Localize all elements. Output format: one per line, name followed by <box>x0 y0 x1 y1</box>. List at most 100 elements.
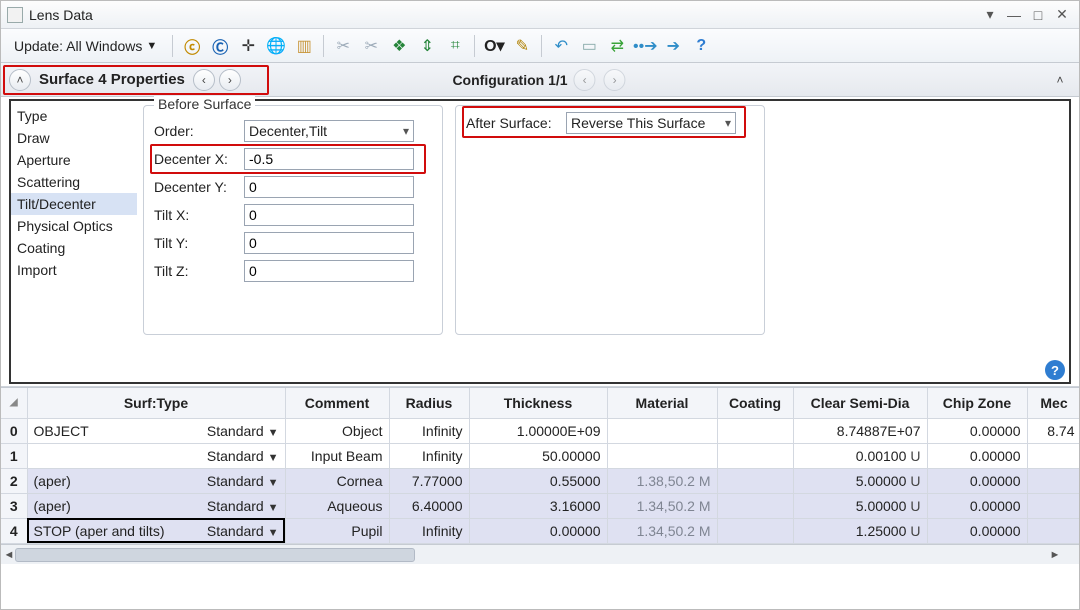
cell-chip-zone[interactable]: 0.00000 <box>927 518 1027 543</box>
decenter-y-input[interactable] <box>244 176 414 198</box>
update-all-windows-button[interactable]: Update: All Windows ▼ <box>7 35 164 57</box>
cell-surf-type[interactable]: (aper)Standard ▼ <box>27 468 285 493</box>
toolbar-icon-7[interactable]: ✂ <box>360 35 382 57</box>
toolbar-icon-arrow[interactable]: ➔ <box>662 35 684 57</box>
cell-clear-semi-dia[interactable]: 0.00100U <box>793 443 927 468</box>
tab-tilt-decenter[interactable]: Tilt/Decenter <box>11 193 137 215</box>
cell-comment[interactable]: Cornea <box>285 468 389 493</box>
expand-upward-button[interactable]: ˄ <box>1049 69 1071 91</box>
cell-radius[interactable]: Infinity <box>389 443 469 468</box>
toolbar-icon-dots[interactable]: ••➔ <box>634 35 656 57</box>
col-comment[interactable]: Comment <box>285 388 389 418</box>
tab-type[interactable]: Type <box>11 105 137 127</box>
cell-material[interactable]: 1.38,50.2 M <box>607 468 717 493</box>
toolbar-icon-brush[interactable]: ✎ <box>511 35 533 57</box>
cell-mec[interactable] <box>1027 493 1079 518</box>
cell-coating[interactable] <box>717 518 793 543</box>
tab-draw[interactable]: Draw <box>11 127 137 149</box>
col-clear-semi-dia[interactable]: Clear Semi-Dia <box>793 388 927 418</box>
toolbar-icon-doc[interactable]: ▭ <box>578 35 600 57</box>
col-material[interactable]: Material <box>607 388 717 418</box>
cell-clear-semi-dia[interactable]: 5.00000U <box>793 468 927 493</box>
cell-material[interactable]: 1.34,50.2 M <box>607 518 717 543</box>
scroll-right-arrow[interactable]: ► <box>1047 547 1063 563</box>
cell-thickness[interactable]: 50.00000 <box>469 443 607 468</box>
cell-mec[interactable] <box>1027 468 1079 493</box>
table-row[interactable]: 2(aper)Standard ▼Cornea7.770000.550001.3… <box>1 468 1079 493</box>
cell-mec[interactable] <box>1027 518 1079 543</box>
col-rowhead[interactable]: ◢ <box>1 388 27 418</box>
cell-material[interactable] <box>607 418 717 443</box>
cell-clear-semi-dia[interactable]: 8.74887E+07 <box>793 418 927 443</box>
toolbar-icon-8[interactable]: ❖ <box>388 35 410 57</box>
close-button[interactable]: ✕ <box>1051 5 1073 25</box>
collapse-properties-button[interactable]: ˄ <box>9 69 31 91</box>
cell-clear-semi-dia[interactable]: 5.00000U <box>793 493 927 518</box>
cell-thickness[interactable]: 0.55000 <box>469 468 607 493</box>
cell-chip-zone[interactable]: 0.00000 <box>927 468 1027 493</box>
toolbar-icon-1[interactable]: ⓒ <box>181 35 203 57</box>
crosshair-icon[interactable]: ✛ <box>237 35 259 57</box>
help-icon[interactable]: ? <box>1045 360 1065 380</box>
prev-config-button[interactable]: ‹ <box>574 69 596 91</box>
cell-material[interactable] <box>607 443 717 468</box>
next-surface-button[interactable]: › <box>219 69 241 91</box>
prev-surface-button[interactable]: ‹ <box>193 69 215 91</box>
dropdown-window-button[interactable]: ▾ <box>979 5 1001 25</box>
cell-surf-type[interactable]: STOP (aper and tilts)Standard ▼ <box>27 518 285 543</box>
cell-clear-semi-dia[interactable]: 1.25000U <box>793 518 927 543</box>
cell-coating[interactable] <box>717 493 793 518</box>
minimize-button[interactable]: — <box>1003 5 1025 25</box>
tab-coating[interactable]: Coating <box>11 237 137 259</box>
table-row[interactable]: 1Standard ▼Input BeamInfinity50.000000.0… <box>1 443 1079 468</box>
col-coating[interactable]: Coating <box>717 388 793 418</box>
toolbar-icon-circle[interactable]: O▾ <box>483 35 505 57</box>
toolbar-icon-2[interactable]: Ⓒ <box>209 35 231 57</box>
decenter-x-input[interactable] <box>244 148 414 170</box>
toolbar-icon-undo[interactable]: ↶ <box>550 35 572 57</box>
tab-scattering[interactable]: Scattering <box>11 171 137 193</box>
table-row[interactable]: 4STOP (aper and tilts)Standard ▼PupilInf… <box>1 518 1079 543</box>
cell-radius[interactable]: 6.40000 <box>389 493 469 518</box>
globe-icon[interactable]: 🌐 <box>265 35 287 57</box>
cell-comment[interactable]: Aqueous <box>285 493 389 518</box>
cell-comment[interactable]: Pupil <box>285 518 389 543</box>
cell-comment[interactable]: Input Beam <box>285 443 389 468</box>
cell-coating[interactable] <box>717 418 793 443</box>
cell-thickness[interactable]: 3.16000 <box>469 493 607 518</box>
col-mec[interactable]: Mec <box>1027 388 1079 418</box>
lens-data-table[interactable]: ◢ Surf:Type Comment Radius Thickness Mat… <box>1 388 1079 544</box>
tab-physical-optics[interactable]: Physical Optics <box>11 215 137 237</box>
cell-radius[interactable]: Infinity <box>389 418 469 443</box>
cell-surf-type[interactable]: (aper)Standard ▼ <box>27 493 285 518</box>
cell-radius[interactable]: Infinity <box>389 518 469 543</box>
scroll-thumb[interactable] <box>15 548 415 562</box>
cell-thickness[interactable]: 1.00000E+09 <box>469 418 607 443</box>
toolbar-help-icon[interactable]: ? <box>690 35 712 57</box>
cell-mec[interactable]: 8.74 <box>1027 418 1079 443</box>
tilt-x-input[interactable] <box>244 204 414 226</box>
col-thickness[interactable]: Thickness <box>469 388 607 418</box>
next-config-button[interactable]: › <box>604 69 626 91</box>
after-surface-combo[interactable]: Reverse This Surface <box>566 112 736 134</box>
cell-chip-zone[interactable]: 0.00000 <box>927 443 1027 468</box>
cell-material[interactable]: 1.34,50.2 M <box>607 493 717 518</box>
cell-mec[interactable] <box>1027 443 1079 468</box>
order-combo[interactable]: Decenter,Tilt <box>244 120 414 142</box>
tilt-y-input[interactable] <box>244 232 414 254</box>
toolbar-icon-10[interactable]: ⌗ <box>444 35 466 57</box>
cell-thickness[interactable]: 0.00000 <box>469 518 607 543</box>
toolbar-icon-9[interactable]: ⇕ <box>416 35 438 57</box>
table-row[interactable]: 0OBJECTStandard ▼ObjectInfinity1.00000E+… <box>1 418 1079 443</box>
toolbar-icon-6[interactable]: ✂ <box>332 35 354 57</box>
col-radius[interactable]: Radius <box>389 388 469 418</box>
col-chip-zone[interactable]: Chip Zone <box>927 388 1027 418</box>
cell-surf-type[interactable]: OBJECTStandard ▼ <box>27 418 285 443</box>
toolbar-icon-swap[interactable]: ⇄ <box>606 35 628 57</box>
tab-import[interactable]: Import <box>11 259 137 281</box>
cell-radius[interactable]: 7.77000 <box>389 468 469 493</box>
cell-chip-zone[interactable]: 0.00000 <box>927 418 1027 443</box>
table-row[interactable]: 3(aper)Standard ▼Aqueous6.400003.160001.… <box>1 493 1079 518</box>
cell-coating[interactable] <box>717 468 793 493</box>
col-surf-type[interactable]: Surf:Type <box>27 388 285 418</box>
